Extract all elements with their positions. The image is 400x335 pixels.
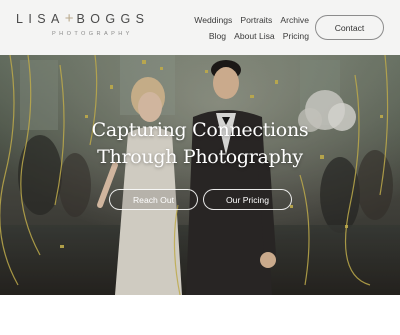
nav-link-about[interactable]: About Lisa — [234, 31, 275, 41]
hero-title-line-2: Through Photography — [97, 146, 303, 168]
nav-link-blog[interactable]: Blog — [209, 31, 226, 41]
hero-title-line-1: Capturing Connections — [91, 119, 309, 141]
our-pricing-button[interactable]: Our Pricing — [203, 189, 292, 210]
nav-link-pricing[interactable]: Pricing — [283, 31, 309, 41]
below-hero-area — [0, 295, 400, 335]
reach-out-button[interactable]: Reach Out — [109, 189, 198, 210]
logo-last-name: BOGGS — [76, 12, 150, 26]
nav-link-weddings[interactable]: Weddings — [194, 15, 232, 25]
logo-wordmark: LISA + BOGGS — [16, 10, 171, 27]
hero-section: Capturing Connections Through Photograph… — [0, 55, 400, 295]
nav-row-2: Blog About Lisa Pricing — [189, 26, 309, 46]
logo-first-name: LISA — [16, 12, 65, 26]
nav-link-portraits[interactable]: Portraits — [240, 15, 272, 25]
contact-button[interactable]: Contact — [315, 15, 384, 40]
site-logo[interactable]: LISA + BOGGS PHOTOGRAPHY — [16, 10, 171, 37]
hero-background-photo — [0, 55, 400, 295]
main-nav: Weddings Portraits Archive Blog About Li… — [189, 10, 309, 46]
nav-link-archive[interactable]: Archive — [280, 15, 309, 25]
site-header: LISA + BOGGS PHOTOGRAPHY Weddings Portra… — [0, 0, 400, 55]
logo-plus-mark: + — [64, 10, 74, 27]
logo-tagline: PHOTOGRAPHY — [52, 31, 133, 37]
hero-title: Capturing Connections Through Photograph… — [0, 117, 400, 171]
